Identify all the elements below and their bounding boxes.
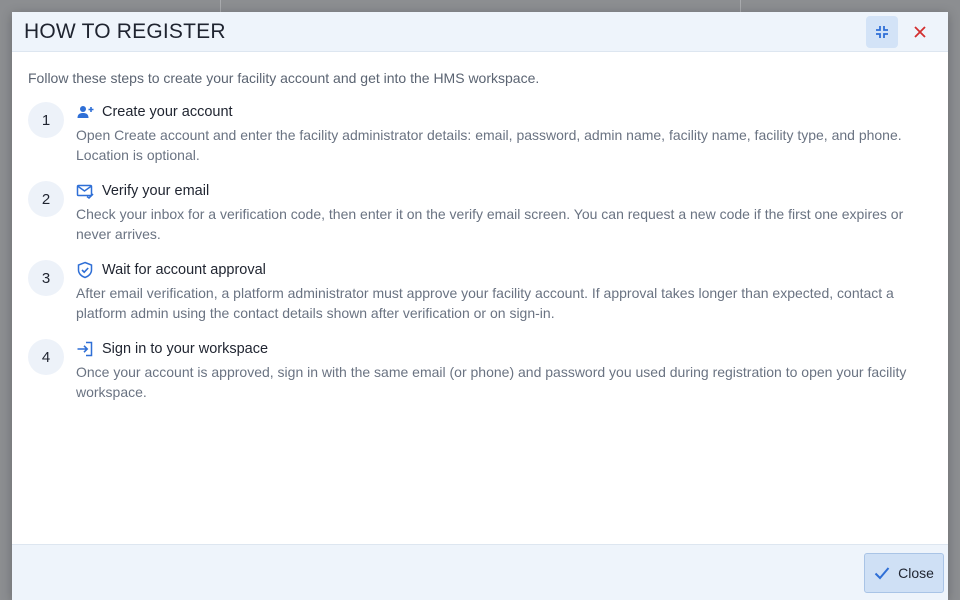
close-icon	[914, 25, 926, 38]
step-content: Verify your email Check your inbox for a…	[76, 181, 932, 244]
step-content: Wait for account approval After email ve…	[76, 260, 932, 323]
step-number: 1	[28, 102, 64, 138]
step-item: 2 Verify your email Check your inbox for	[28, 181, 932, 244]
sign-in-icon	[76, 340, 94, 358]
step-title-row: Verify your email	[76, 181, 932, 201]
step-title: Wait for account approval	[102, 262, 266, 278]
step-title: Verify your email	[102, 183, 210, 199]
header-actions	[866, 15, 936, 48]
dialog-body: Follow these steps to create your facili…	[12, 52, 948, 544]
step-item: 3 Wait for account approval After email …	[28, 260, 932, 323]
step-description: After email verification, a platform adm…	[76, 285, 894, 321]
dialog-header: HOW TO REGISTER	[12, 12, 948, 52]
steps-list: 1 Create your account Open Create accoun	[28, 102, 932, 402]
step-number: 3	[28, 260, 64, 296]
step-title: Create your account	[102, 104, 233, 120]
step-description: Check your inbox for a verification code…	[76, 206, 904, 242]
step-description: Once your account is approved, sign in w…	[76, 364, 907, 400]
step-title-row: Sign in to your workspace	[76, 339, 932, 359]
step-title-row: Create your account	[76, 102, 932, 122]
dialog-title: HOW TO REGISTER	[24, 19, 226, 43]
step-item: 1 Create your account Open Create accoun	[28, 102, 932, 165]
step-title: Sign in to your workspace	[102, 341, 269, 357]
shield-check-icon	[76, 261, 94, 279]
step-title-row: Wait for account approval	[76, 260, 932, 280]
step-description: Open Create account and enter the facili…	[76, 127, 902, 163]
close-button-label: Close	[898, 564, 934, 581]
backdrop-divider	[740, 0, 741, 12]
collapse-icon	[876, 25, 888, 38]
step-number: 2	[28, 181, 64, 217]
collapse-button[interactable]	[866, 15, 898, 48]
check-icon	[874, 566, 890, 579]
user-plus-icon	[76, 103, 94, 121]
step-number: 4	[28, 339, 64, 375]
dialog-footer: Close	[12, 544, 948, 600]
step-item: 4 Sign in to your workspace Once your ac…	[28, 339, 932, 402]
register-help-dialog: HOW TO REGISTER Follow these steps to cr…	[12, 12, 948, 600]
close-button[interactable]: Close	[864, 552, 944, 593]
step-content: Create your account Open Create account …	[76, 102, 932, 165]
backdrop-divider	[220, 0, 221, 12]
intro-text: Follow these steps to create your facili…	[28, 70, 540, 86]
close-x-button[interactable]	[904, 16, 936, 48]
mail-check-icon	[76, 182, 94, 200]
step-content: Sign in to your workspace Once your acco…	[76, 339, 932, 402]
